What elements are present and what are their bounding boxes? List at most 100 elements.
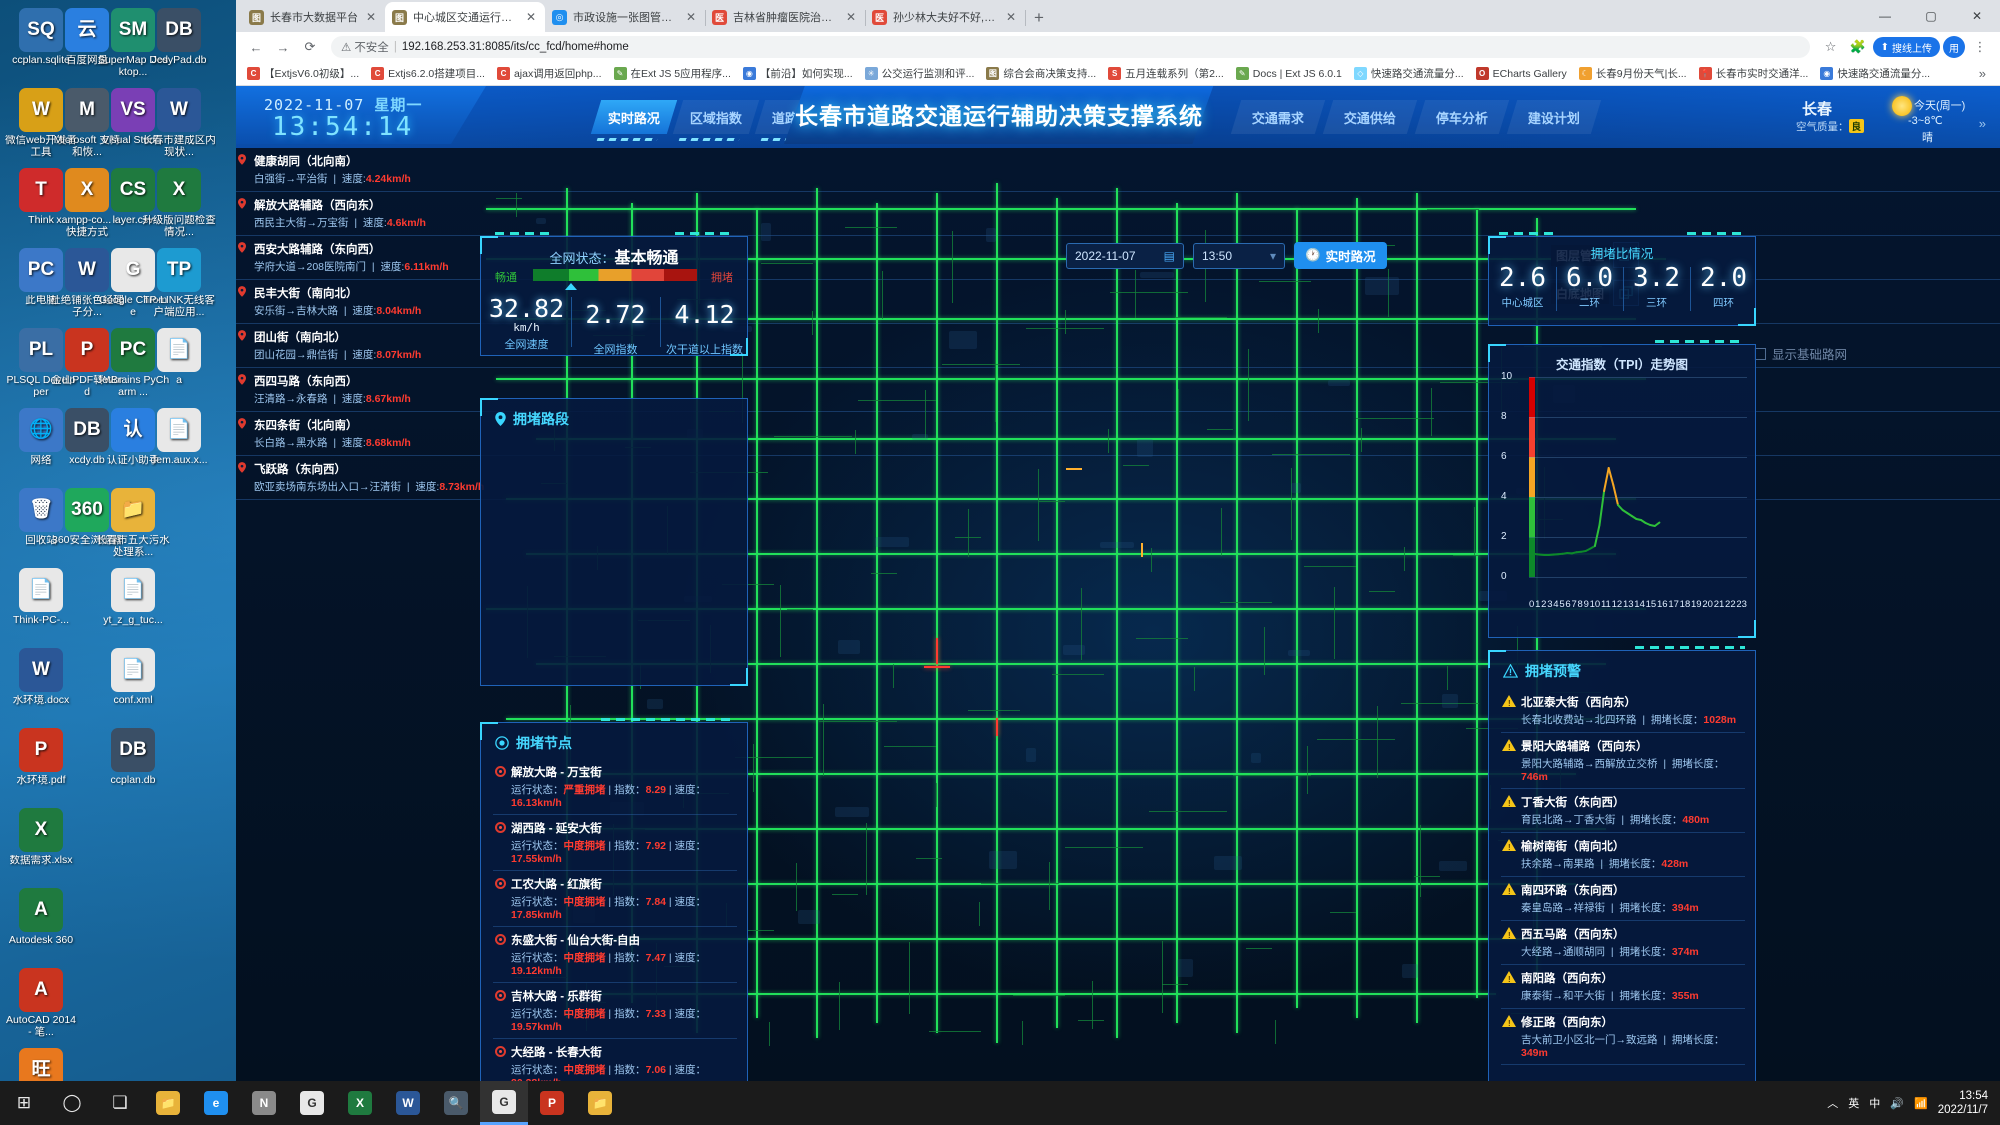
desktop-icon[interactable]: 📄conf.xml	[96, 648, 170, 707]
tab-close-icon[interactable]: ✕	[1004, 10, 1018, 24]
show-base-network-checkbox[interactable]: 显示基础路网	[1754, 344, 1847, 363]
task-view-icon[interactable]: ❏	[96, 1081, 144, 1125]
taskbar-app-chrome-window[interactable]: G	[288, 1081, 336, 1125]
bookmark-item[interactable]: ◉【前沿】如何实现...	[738, 64, 858, 83]
warning-list-item[interactable]: !景阳大路辅路（西向东）景阳大路辅路→西解放立交桥 | 拥堵长度：746m	[1501, 733, 1745, 789]
warning-list-item[interactable]: !修正路（西向东）吉大前卫小区北一门→致远路 | 拥堵长度：349m	[1501, 1009, 1745, 1065]
minimize-button[interactable]: —	[1862, 0, 1908, 32]
tab-close-icon[interactable]: ✕	[684, 10, 698, 24]
browser-tab[interactable]: 医孙少林大夫好不好,孙少林大夫怎✕	[865, 2, 1025, 32]
bookmark-item[interactable]: CExtjs6.2.0搭建项目...	[366, 64, 490, 83]
node-list-item[interactable]: 吉林大路 - 乐群街运行状态：中度拥堵 | 指数：7.33 | 速度：19.57…	[493, 983, 737, 1039]
desktop-icon[interactable]: X数据需求.xlsx	[4, 808, 78, 867]
bookmark-item[interactable]: C【ExtjsV6.0初级】...	[242, 64, 364, 83]
bookmark-item[interactable]: ◉快速路交通流量分...	[1815, 64, 1935, 83]
bookmark-item[interactable]: Cajax调用返回php...	[492, 64, 607, 83]
browser-tab[interactable]: 图长春市大数据平台✕	[242, 2, 385, 32]
road-list-item[interactable]: 健康胡同（北向南）白强街→平治街 | 速度:4.24km/h	[236, 148, 2000, 192]
bookmark-item[interactable]: S五月连载系列（第2...	[1103, 64, 1229, 83]
bookmark-item[interactable]: 图综合会商决策支持...	[981, 64, 1101, 83]
address-bar[interactable]: ⚠ 不安全 | 192.168.253.31:8085/its/cc_fcd/h…	[331, 36, 1810, 58]
congestion-warning-list[interactable]: !北亚泰大街（西向东）长春北收费站→北四环路 | 拥堵长度：1028m!景阳大路…	[1501, 689, 1745, 1065]
congested-nodes-list[interactable]: 解放大路 - 万宝街运行状态：严重拥堵 | 指数：8.29 | 速度：16.13…	[493, 759, 737, 1081]
nav-tab-r1[interactable]: 交通供给	[1323, 100, 1417, 134]
desktop-icon[interactable]: W水环境.docx	[4, 648, 78, 707]
bookmark-item[interactable]: OECharts Gallery	[1471, 65, 1572, 82]
realtime-traffic-button[interactable]: 🕐 实时路况	[1294, 242, 1387, 269]
desktop-icon[interactable]: AAutodesk 360	[4, 888, 78, 947]
tab-close-icon[interactable]: ✕	[524, 10, 538, 24]
tab-close-icon[interactable]: ✕	[844, 10, 858, 24]
maximize-button[interactable]: ▢	[1908, 0, 1954, 32]
taskbar-clock[interactable]: 13:54 2022/11/7	[1938, 1089, 1988, 1117]
desktop-icon[interactable]: 📄dem.aux.x...	[142, 408, 216, 467]
node-list-item[interactable]: 解放大路 - 万宝街运行状态：严重拥堵 | 指数：8.29 | 速度：16.13…	[493, 759, 737, 815]
tray-ime-cn-icon[interactable]: 中	[1869, 1095, 1880, 1111]
start-button[interactable]: ⊞	[0, 1081, 48, 1125]
browser-tab[interactable]: 医吉林省肿瘤医院治疗肺癌怎么样✕	[705, 2, 865, 32]
taskbar-app-word[interactable]: W	[384, 1081, 432, 1125]
desktop-icon[interactable]: DBccplan.db	[96, 728, 170, 787]
profile-avatar[interactable]: 用	[1943, 36, 1965, 58]
not-secure-badge[interactable]: ⚠ 不安全	[341, 39, 389, 55]
calendar-icon[interactable]: ▤	[1164, 249, 1175, 263]
node-list-item[interactable]: 大经路 - 长春大街运行状态：中度拥堵 | 指数：7.06 | 速度：20.38…	[493, 1039, 737, 1081]
desktop-icon[interactable]: 📄Think-PC-...	[4, 568, 78, 627]
warning-list-item[interactable]: !丁香大街（东向西）育民北路→丁香大街 | 拥堵长度：480m	[1501, 789, 1745, 833]
taskbar-app-file-explorer[interactable]: 📁	[144, 1081, 192, 1125]
desktop-icon[interactable]: AAutoCAD 2014 - 笔...	[4, 968, 78, 1038]
desktop-icon[interactable]: P水环境.pdf	[4, 728, 78, 787]
nav-tab-0[interactable]: 实时路况	[591, 100, 677, 134]
tray-expand-icon[interactable]: ︿	[1827, 1095, 1838, 1111]
bookmark-item[interactable]: ✎在Ext JS 5应用程序...	[609, 64, 736, 83]
bookmark-item[interactable]: 📍长春市实时交通洋...	[1694, 64, 1814, 83]
desktop-icon[interactable]: DBJcdyPad.db	[142, 8, 216, 67]
time-select[interactable]: 13:50 ▾	[1193, 243, 1285, 269]
bookmarks-overflow-icon[interactable]: »	[1971, 66, 1994, 81]
tray-speaker-icon[interactable]: 🔊	[1890, 1097, 1904, 1110]
cortana-search-icon[interactable]: ◯	[48, 1081, 96, 1125]
node-list-item[interactable]: 湖西路 - 延安大街运行状态：中度拥堵 | 指数：7.92 | 速度：17.55…	[493, 815, 737, 871]
desktop-icon[interactable]: TPTP-LINK无线客户端应用...	[142, 248, 216, 318]
bookmark-item[interactable]: ◇快速路交通流量分...	[1349, 64, 1469, 83]
warning-list-item[interactable]: !榆树南街（南向北）扶余路→南果路 | 拥堵长度：428m	[1501, 833, 1745, 877]
reload-icon[interactable]: ⟳	[298, 35, 322, 59]
taskbar-app-chrome-active[interactable]: G	[480, 1081, 528, 1125]
back-icon[interactable]: ←	[244, 35, 268, 59]
desktop-icon[interactable]: 📁长春市五大污水处理系...	[96, 488, 170, 558]
browser-tab[interactable]: ◎市政设施一张图管理平台✕	[545, 2, 705, 32]
taskbar-app-folder2[interactable]: 📁	[576, 1081, 624, 1125]
tray-ime-en-icon[interactable]: 英	[1848, 1095, 1859, 1111]
new-tab-button[interactable]: +	[1025, 4, 1053, 32]
browser-tab[interactable]: 图中心城区交通运行监测✕	[385, 2, 545, 32]
extensions-icon[interactable]: 🧩	[1846, 35, 1870, 59]
chevron-down-icon[interactable]: ▾	[1270, 249, 1276, 263]
tab-close-icon[interactable]: ✕	[364, 10, 378, 24]
traffic-map[interactable]: 健康胡同（北向南）白强街→平治街 | 速度:4.24km/h解放大路辅路（西向东…	[236, 148, 2000, 1081]
taskbar-app-edge[interactable]: e	[192, 1081, 240, 1125]
taskbar-app-search-app[interactable]: 🔍	[432, 1081, 480, 1125]
taskbar-app-excel[interactable]: X	[336, 1081, 384, 1125]
bookmark-item[interactable]: ☾长春9月份天气|长...	[1574, 64, 1692, 83]
nav-tab-r0[interactable]: 交通需求	[1231, 100, 1325, 134]
node-list-item[interactable]: 工农大路 - 红旗街运行状态：中度拥堵 | 指数：7.84 | 速度：17.85…	[493, 871, 737, 927]
chrome-menu-icon[interactable]: ⋮	[1968, 35, 1992, 59]
date-picker[interactable]: 2022-11-07 ▤	[1066, 243, 1184, 269]
warning-list-item[interactable]: !南四环路（东向西）秦皇岛路→祥禄街 | 拥堵长度：394m	[1501, 877, 1745, 921]
nav-tab-r2[interactable]: 停车分析	[1415, 100, 1509, 134]
nav-tab-1[interactable]: 区域指数	[673, 100, 759, 134]
tray-network-icon[interactable]: 📶	[1914, 1097, 1928, 1110]
desktop-icon[interactable]: 📄yt_z_g_tuc...	[96, 568, 170, 627]
taskbar-app-pdf[interactable]: P	[528, 1081, 576, 1125]
nav-tab-r3[interactable]: 建设计划	[1507, 100, 1601, 134]
node-list-item[interactable]: 东盛大街 - 仙台大街-自由运行状态：中度拥堵 | 指数：7.47 | 速度：1…	[493, 927, 737, 983]
warning-list-item[interactable]: !北亚泰大街（西向东）长春北收费站→北四环路 | 拥堵长度：1028m	[1501, 689, 1745, 733]
forward-icon[interactable]: →	[271, 35, 295, 59]
close-button[interactable]: ✕	[1954, 0, 2000, 32]
warning-list-item[interactable]: !西五马路（西向东）大经路→通顺胡同 | 拥堵长度：374m	[1501, 921, 1745, 965]
desktop-icon[interactable]: X升级版问题检查情况...	[142, 168, 216, 238]
desktop-icon[interactable]: W长春市建成区内现状...	[142, 88, 216, 158]
bookmark-item[interactable]: ✳公交运行监测和评...	[860, 64, 980, 83]
share-upload-button[interactable]: ⬆ 搜线上传	[1873, 37, 1940, 57]
bookmark-item[interactable]: ✎Docs | Ext JS 6.0.1	[1231, 65, 1347, 82]
